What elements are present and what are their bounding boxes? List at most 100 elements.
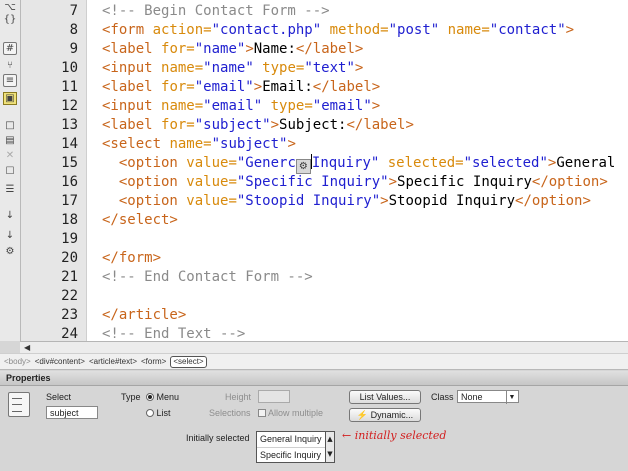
type-list-radio[interactable] <box>146 409 154 417</box>
toolbar-tool-3-icon[interactable]: ⑂ <box>3 60 17 72</box>
toolbar-tool-7-icon[interactable]: ▤ <box>3 135 17 147</box>
code-line[interactable]: <option value="Stoopid Inquiry">Stoopid … <box>102 192 591 211</box>
code-token: Subject: <box>279 117 347 133</box>
code-token: > <box>245 41 254 57</box>
line-number-gutter: 7 8 9 10 11 12 13 14 15 16 17 18 19 20 21 22 23 24 <box>21 0 87 342</box>
code-line[interactable]: <!-- End Contact Form --> <box>102 268 313 287</box>
properties-panel-header: Properties <box>0 371 628 386</box>
allow-multiple-group[interactable]: Allow multiple <box>258 408 323 418</box>
type-menu-radio-group[interactable]: Menu <box>146 392 179 402</box>
code-token: "text" <box>304 60 355 76</box>
toolbar-tool-8-icon[interactable]: ✕ <box>3 150 17 162</box>
code-token: name= <box>169 136 212 152</box>
toolbar-tool-10-icon[interactable]: ☰ <box>3 184 17 196</box>
code-line[interactable]: <!-- End Text --> <box>102 325 245 341</box>
properties-panel: Select subject Type Menu List Height Sel… <box>0 386 628 471</box>
code-token: </option> <box>515 193 591 209</box>
code-token: <!-- End Contact Form --> <box>102 269 313 285</box>
code-line[interactable]: <label for="subject">Subject:</label> <box>102 116 414 135</box>
toolbar-tool-0-icon[interactable]: ⌥ <box>3 2 17 14</box>
code-hint-icon[interactable]: ⚙ <box>295 159 311 174</box>
code-editor[interactable]: <!-- Begin Contact Form --> <form action=… <box>87 0 628 341</box>
tag-crumb[interactable]: <div#content> <box>35 354 85 369</box>
code-line[interactable]: </select> <box>102 211 178 230</box>
listbox-option[interactable]: Specific Inquiry <box>257 448 325 462</box>
toolbar-tool-6-icon[interactable]: □ <box>3 120 17 132</box>
code-line[interactable]: <input name="name" type="text"> <box>102 59 363 78</box>
code-line[interactable]: <option value="Generc ⚙ Inquiry" selected=… <box>102 154 616 174</box>
code-line[interactable]: </article> <box>102 306 186 325</box>
dynamic-button-label: Dynamic... <box>370 410 414 420</box>
code-token: > <box>270 117 280 133</box>
tag-crumb[interactable]: <select> <box>170 356 207 368</box>
element-type-label: Select <box>46 392 72 402</box>
code-token: <select <box>102 136 170 152</box>
toolbar-tool-9-icon[interactable]: ☐ <box>3 166 17 178</box>
line-number: 23 <box>61 307 78 323</box>
line-number: 7 <box>69 3 78 19</box>
code-line[interactable]: </form> <box>102 249 161 268</box>
dynamic-button[interactable]: ⚡ Dynamic... <box>349 408 421 422</box>
toolbar-tool-5-icon[interactable]: ▣ <box>3 92 17 105</box>
code-token: "name" <box>203 60 254 76</box>
tag-crumb[interactable]: <body> <box>4 354 31 369</box>
type-list-radio-group[interactable]: List <box>146 408 171 418</box>
code-line[interactable]: <!-- Begin Contact Form --> <box>102 2 330 21</box>
properties-tab[interactable]: Properties <box>3 372 54 384</box>
code-token: General <box>556 155 616 171</box>
code-token: "Stoopid Inquiry" <box>236 193 381 209</box>
scroll-up-arrow-icon[interactable]: ▲ <box>326 432 334 447</box>
code-token: "Specific Inquiry" <box>236 174 389 190</box>
code-token: <option <box>102 174 187 190</box>
code-token: "contact" <box>489 22 566 38</box>
toolbar-tool-12-icon[interactable]: ↓ <box>3 230 17 242</box>
scroll-down-arrow-icon[interactable]: ▼ <box>326 447 334 462</box>
toolbar-tool-13-icon[interactable]: ⚙ <box>3 246 17 258</box>
tag-crumb[interactable]: <form> <box>141 354 166 369</box>
code-token: type= <box>262 98 313 114</box>
selections-label: Selections <box>209 408 251 418</box>
select-name-field[interactable]: subject <box>46 406 98 419</box>
toolbar-tool-1-icon[interactable]: {} <box>3 14 17 26</box>
listbox-option[interactable]: General Inquiry <box>257 432 325 448</box>
type-menu-radio[interactable] <box>146 393 154 401</box>
code-token: "post" <box>388 22 440 38</box>
allow-multiple-checkbox[interactable] <box>258 409 266 417</box>
line-number: 17 <box>61 193 78 209</box>
code-token: > <box>380 193 389 209</box>
code-line[interactable]: <label for="name">Name:</label> <box>102 40 363 59</box>
code-token: <input <box>102 60 162 76</box>
code-token: > <box>253 79 263 95</box>
initially-selected-annotation: ← initially selected <box>342 429 447 442</box>
tag-crumb[interactable]: <article#text> <box>89 354 137 369</box>
code-token: </label> <box>312 79 381 95</box>
toolbar-tool-11-icon[interactable]: ↓ <box>3 210 17 222</box>
chevron-down-icon: ▼ <box>506 391 517 404</box>
code-token: name= <box>161 60 204 76</box>
class-select-value: None <box>461 392 483 402</box>
line-number: 12 <box>61 98 78 114</box>
code-line[interactable]: <select name="subject"> <box>102 135 296 154</box>
line-number: 16 <box>61 174 78 190</box>
initially-selected-listbox[interactable]: General Inquiry Specific Inquiry <box>256 431 326 463</box>
code-line[interactable]: <input name="email" type="email"> <box>102 97 380 116</box>
code-line[interactable]: <option value="Specific Inquiry">Specifi… <box>102 173 608 192</box>
line-number: 20 <box>61 250 78 266</box>
list-values-button[interactable]: List Values... <box>349 390 421 404</box>
class-select[interactable]: None ▼ <box>457 390 519 404</box>
toolbar-tool-2-icon[interactable]: # <box>3 42 17 55</box>
code-line[interactable]: <form action="contact.php" method="post"… <box>102 21 574 40</box>
horizontal-scrollbar[interactable]: ◀ <box>20 341 628 353</box>
scroll-left-arrow-icon[interactable]: ◀ <box>24 343 30 352</box>
line-number: 11 <box>61 79 78 95</box>
code-token: "subject" <box>194 117 271 133</box>
code-token: "email" <box>203 98 263 114</box>
code-token: </form> <box>102 250 162 266</box>
code-token: "subject" <box>211 136 288 152</box>
allow-multiple-label: Allow multiple <box>268 408 324 418</box>
toolbar-tool-4-icon[interactable]: ≡ <box>3 74 17 87</box>
height-field[interactable] <box>258 390 290 403</box>
code-token: for= <box>161 41 195 57</box>
listbox-scrollbar[interactable]: ▲ ▼ <box>326 431 335 463</box>
code-line[interactable]: <label for="email">Email:</label> <box>102 78 380 97</box>
